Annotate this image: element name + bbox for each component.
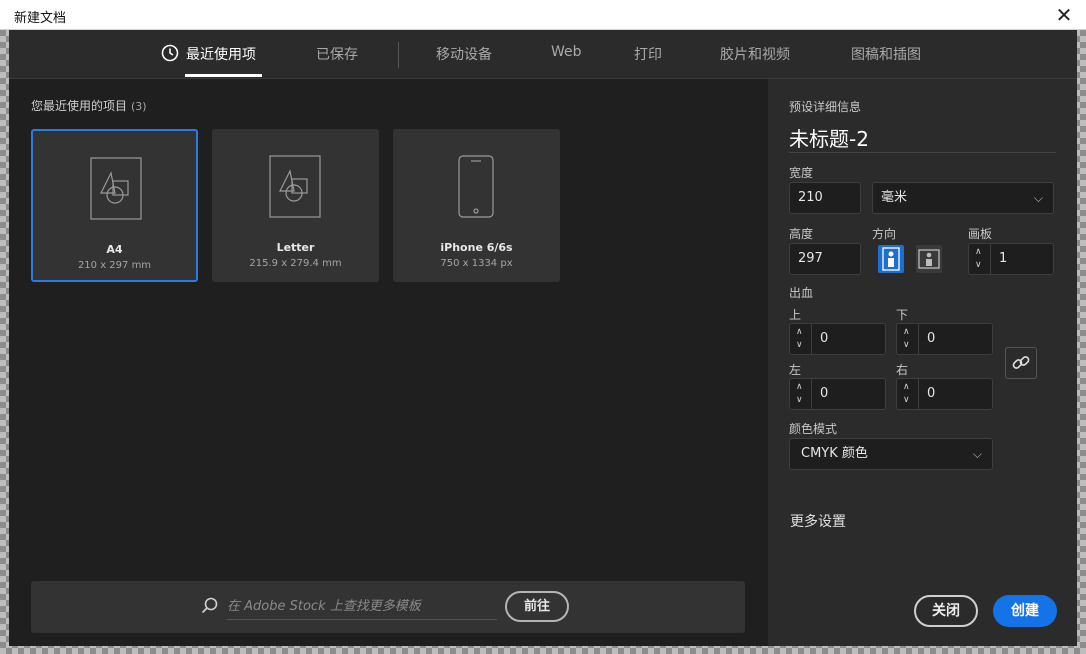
- chevron-down-icon[interactable]: ∨: [975, 260, 982, 270]
- tab-mobile[interactable]: 移动设备: [436, 44, 492, 64]
- preset-card-letter[interactable]: Letter 215.9 x 279.4 mm: [212, 129, 379, 282]
- bleed-right-label: 右: [896, 363, 909, 377]
- preset-card-a4[interactable]: A4 210 x 297 mm: [31, 129, 198, 282]
- bleed-label: 出血: [789, 286, 814, 300]
- bleed-top-label: 上: [789, 308, 802, 322]
- stepper-arrows[interactable]: ∧ ∨: [790, 379, 812, 409]
- chevron-down-icon: ⌵: [1033, 191, 1043, 205]
- bleed-bottom-stepper[interactable]: ∧ ∨ 0: [896, 323, 993, 355]
- chevron-down-icon[interactable]: ∨: [796, 340, 803, 350]
- adobe-stock-search-bar: 前往: [31, 581, 745, 633]
- portrait-orientation-button[interactable]: [878, 245, 904, 273]
- create-button[interactable]: 创建: [993, 595, 1057, 627]
- preset-name: Letter: [276, 241, 315, 254]
- close-button[interactable]: 关闭: [914, 595, 978, 627]
- chevron-up-icon[interactable]: ∧: [903, 327, 910, 337]
- preset-card-iphone[interactable]: iPhone 6/6s 750 x 1334 px: [393, 129, 560, 282]
- artboards-label: 画板: [968, 227, 993, 241]
- bleed-left-value: 0: [820, 386, 829, 401]
- color-mode-value: CMYK 颜色: [801, 446, 868, 461]
- landscape-icon: [918, 249, 940, 269]
- bleed-left-label: 左: [789, 363, 802, 377]
- preset-details-heading: 预设详细信息: [789, 100, 862, 114]
- go-button[interactable]: 前往: [505, 591, 569, 622]
- document-shapes-icon: [269, 155, 321, 218]
- stock-search-input[interactable]: [227, 594, 497, 620]
- tab-divider: [398, 42, 399, 68]
- preset-name: iPhone 6/6s: [440, 241, 513, 254]
- preset-size: 210 x 297 mm: [77, 260, 152, 271]
- chevron-down-icon[interactable]: ∨: [903, 340, 910, 350]
- stepper-arrows[interactable]: ∧ ∨: [897, 324, 919, 354]
- preset-details-pane: 预设详细信息 未标题-2 宽度 210 毫米 ⌵ 高度 297 方向 画板 ∧ …: [768, 79, 1077, 646]
- tab-web[interactable]: Web: [551, 44, 582, 60]
- category-tabbar: 最近使用项 已保存 移动设备 Web 打印 胶片和视频 图稿和插图: [9, 30, 1077, 79]
- landscape-orientation-button[interactable]: [916, 245, 942, 273]
- bleed-bottom-value: 0: [927, 331, 936, 346]
- chevron-up-icon[interactable]: ∧: [796, 327, 803, 337]
- window-close-icon[interactable]: ✕: [1052, 3, 1076, 27]
- tab-film-video[interactable]: 胶片和视频: [720, 44, 790, 64]
- window-title: 新建文档: [14, 11, 67, 26]
- orientation-label: 方向: [872, 227, 897, 241]
- window-titlebar: 新建文档 ✕: [0, 0, 1086, 30]
- new-document-dialog: 最近使用项 已保存 移动设备 Web 打印 胶片和视频 图稿和插图 您最近使用的…: [9, 30, 1077, 646]
- portrait-icon: [882, 247, 900, 271]
- chevron-down-icon: ⌵: [972, 447, 982, 461]
- height-label: 高度: [789, 227, 814, 241]
- recent-items-count: (3): [131, 100, 147, 113]
- unit-value: 毫米: [881, 190, 908, 205]
- bleed-right-stepper[interactable]: ∧ ∨ 0: [896, 378, 993, 410]
- clock-icon: [161, 44, 179, 62]
- bleed-left-stepper[interactable]: ∧ ∨ 0: [789, 378, 886, 410]
- link-icon: [1012, 356, 1030, 369]
- more-settings-link[interactable]: 更多设置: [790, 511, 846, 531]
- recent-items-label: 您最近使用的项目: [31, 99, 128, 113]
- search-icon: [201, 597, 218, 614]
- preset-size: 215.9 x 279.4 mm: [249, 258, 342, 269]
- artboards-stepper[interactable]: ∧ ∨ 1: [968, 243, 1054, 275]
- recent-items-heading: 您最近使用的项目 (3): [31, 97, 147, 114]
- link-bleed-button[interactable]: [1005, 347, 1037, 379]
- preset-size: 750 x 1334 px: [440, 258, 513, 269]
- recent-items-pane: 您最近使用的项目 (3) A4 210 x 297 mm Letter 215.9…: [9, 79, 768, 646]
- tab-print[interactable]: 打印: [634, 44, 662, 64]
- color-mode-dropdown[interactable]: CMYK 颜色 ⌵: [789, 438, 993, 470]
- bleed-bottom-label: 下: [896, 308, 909, 322]
- height-field[interactable]: 297: [789, 243, 861, 275]
- active-tab-indicator: [185, 74, 262, 77]
- chevron-up-icon[interactable]: ∧: [975, 247, 982, 257]
- bleed-top-value: 0: [820, 331, 829, 346]
- tab-recent[interactable]: 最近使用项: [186, 44, 256, 64]
- width-field[interactable]: 210: [789, 182, 861, 214]
- document-shapes-icon: [90, 157, 142, 220]
- chevron-up-icon[interactable]: ∧: [796, 382, 803, 392]
- document-name-field[interactable]: 未标题-2: [789, 123, 1056, 153]
- chevron-up-icon[interactable]: ∧: [903, 382, 910, 392]
- tab-saved[interactable]: 已保存: [316, 44, 358, 64]
- unit-dropdown[interactable]: 毫米 ⌵: [872, 182, 1054, 214]
- chevron-down-icon[interactable]: ∨: [903, 395, 910, 405]
- bleed-top-stepper[interactable]: ∧ ∨ 0: [789, 323, 886, 355]
- chevron-down-icon[interactable]: ∨: [796, 395, 803, 405]
- tab-art-illustration[interactable]: 图稿和插图: [851, 44, 921, 64]
- bleed-right-value: 0: [927, 386, 936, 401]
- phone-icon: [458, 155, 494, 218]
- stepper-arrows[interactable]: ∧ ∨: [790, 324, 812, 354]
- stepper-arrows[interactable]: ∧ ∨: [897, 379, 919, 409]
- width-label: 宽度: [789, 166, 814, 180]
- artboards-value: 1: [999, 251, 1008, 266]
- preset-name: A4: [106, 243, 123, 256]
- stepper-arrows[interactable]: ∧ ∨: [969, 244, 991, 274]
- color-mode-label: 颜色模式: [789, 422, 838, 436]
